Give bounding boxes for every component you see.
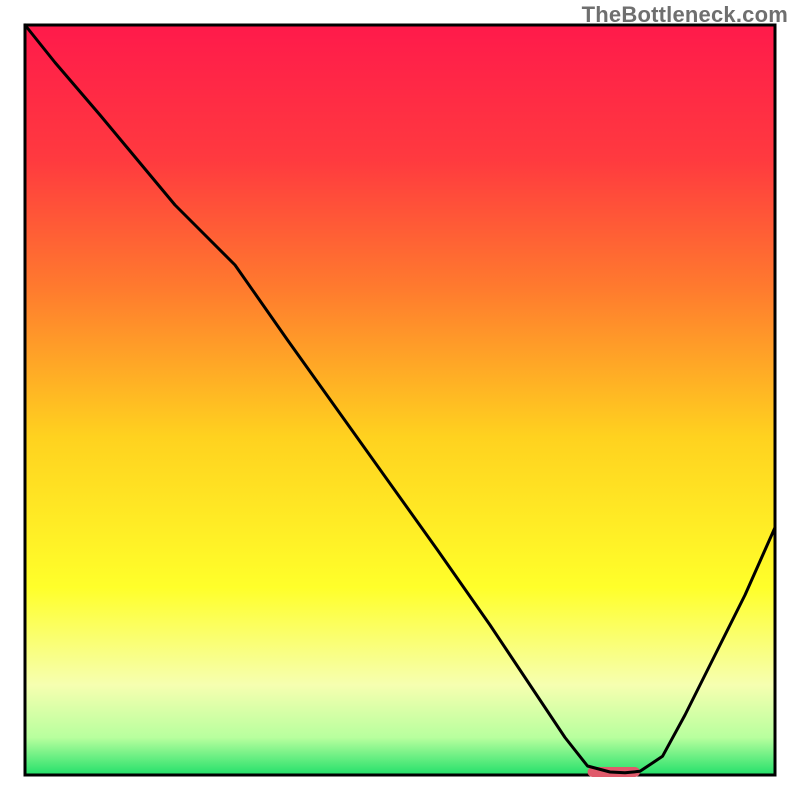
plot-background (25, 25, 775, 775)
watermark-label: TheBottleneck.com (582, 2, 788, 28)
bottleneck-chart (0, 0, 800, 800)
chart-container: TheBottleneck.com (0, 0, 800, 800)
